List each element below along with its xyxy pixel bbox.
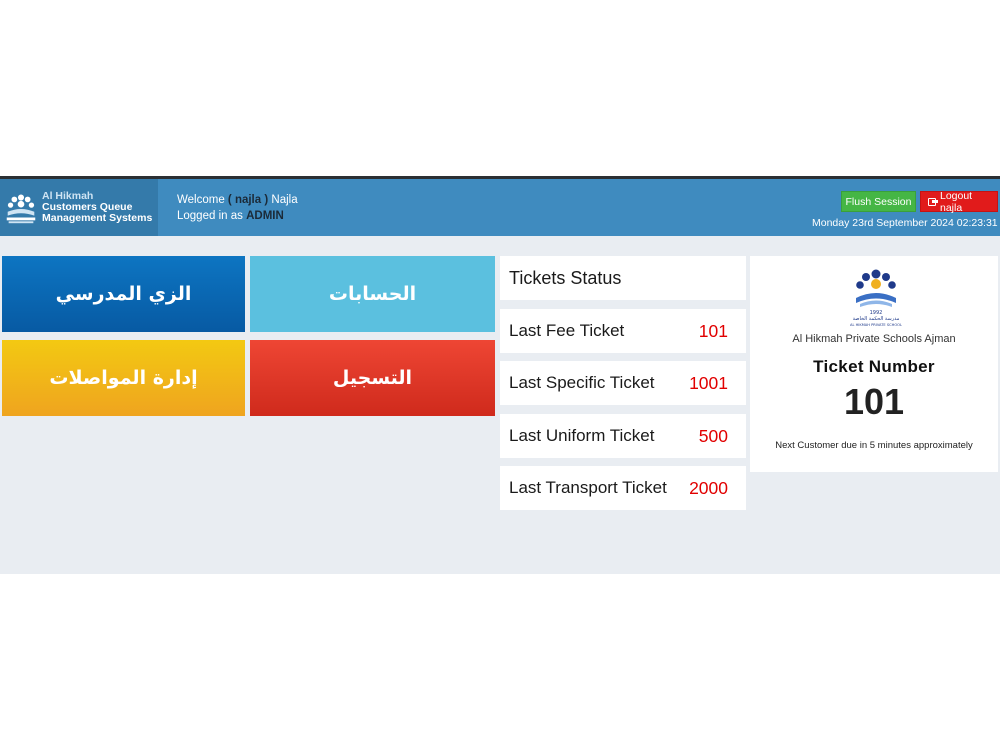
register-tile[interactable]: التسجيل <box>250 340 495 416</box>
welcome-block: Welcome ( najla ) Najla Logged in as ADM… <box>177 192 298 224</box>
ticket-number-value: 101 <box>843 381 905 422</box>
logout-icon <box>928 197 938 206</box>
crest-english-text: AL HIKMAH PRIVATE SCHOOL <box>850 323 902 327</box>
brand[interactable]: Al Hikmah Customers Queue Management Sys… <box>0 179 158 236</box>
welcome-username: ( najla ) <box>227 194 269 206</box>
school-name: Al Hikmah Private Schools Ajman <box>792 333 956 345</box>
current-datetime: Monday 23rd September 2024 02:23:31 PM <box>812 217 1000 229</box>
top-header: Al Hikmah Customers Queue Management Sys… <box>0 176 1000 236</box>
status-row-fee: Last Fee Ticket 101 <box>500 309 746 353</box>
welcome-name: Najla <box>271 194 298 206</box>
accounts-tile[interactable]: الحسابات <box>250 256 495 332</box>
crest-arabic-text: مدرسة الحكمة الخاصة <box>853 316 900 322</box>
uniform-tile[interactable]: الزي المدرسي <box>2 256 245 332</box>
user-role: ADMIN <box>246 210 284 222</box>
welcome-prefix: Welcome <box>177 194 225 206</box>
status-label: Last Uniform Ticket <box>509 426 655 445</box>
next-customer-note: Next Customer due in 5 minutes approxima… <box>775 440 973 451</box>
school-crest-icon: 1992 مدرسة الحكمة الخاصة AL HIKMAH PRIVA… <box>850 269 902 327</box>
status-row-transport: Last Transport Ticket 2000 <box>500 466 746 510</box>
brand-text: Al Hikmah Customers Queue Management Sys… <box>42 191 152 224</box>
status-row-uniform: Last Uniform Ticket 500 <box>500 414 746 458</box>
ticket-number-card: 1992 مدرسة الحكمة الخاصة AL HIKMAH PRIVA… <box>750 256 998 472</box>
status-value: 1001 <box>689 372 728 393</box>
status-label: Last Fee Ticket <box>509 321 625 340</box>
status-label: Last Specific Ticket <box>509 373 655 392</box>
status-value: 500 <box>698 425 728 446</box>
status-value: 2000 <box>689 477 728 498</box>
logout-button[interactable]: Logout najla <box>920 189 998 214</box>
ticket-number-title: Ticket Number <box>813 357 935 376</box>
brand-line-3: Management Systems <box>42 212 153 224</box>
logout-label: Logout najla <box>939 189 973 214</box>
status-value: 101 <box>698 320 728 341</box>
logged-in-prefix: Logged in as <box>177 210 243 222</box>
transport-tile[interactable]: إدارة المواصلات <box>2 340 245 416</box>
status-row-specific: Last Specific Ticket 1001 <box>500 361 746 405</box>
school-logo-icon <box>6 194 36 223</box>
status-label: Last Transport Ticket <box>509 478 667 497</box>
tickets-status-title: Tickets Status <box>500 256 746 300</box>
flush-session-button[interactable]: Flush Session <box>841 191 916 212</box>
app-container: Al Hikmah Customers Queue Management Sys… <box>0 176 1000 574</box>
